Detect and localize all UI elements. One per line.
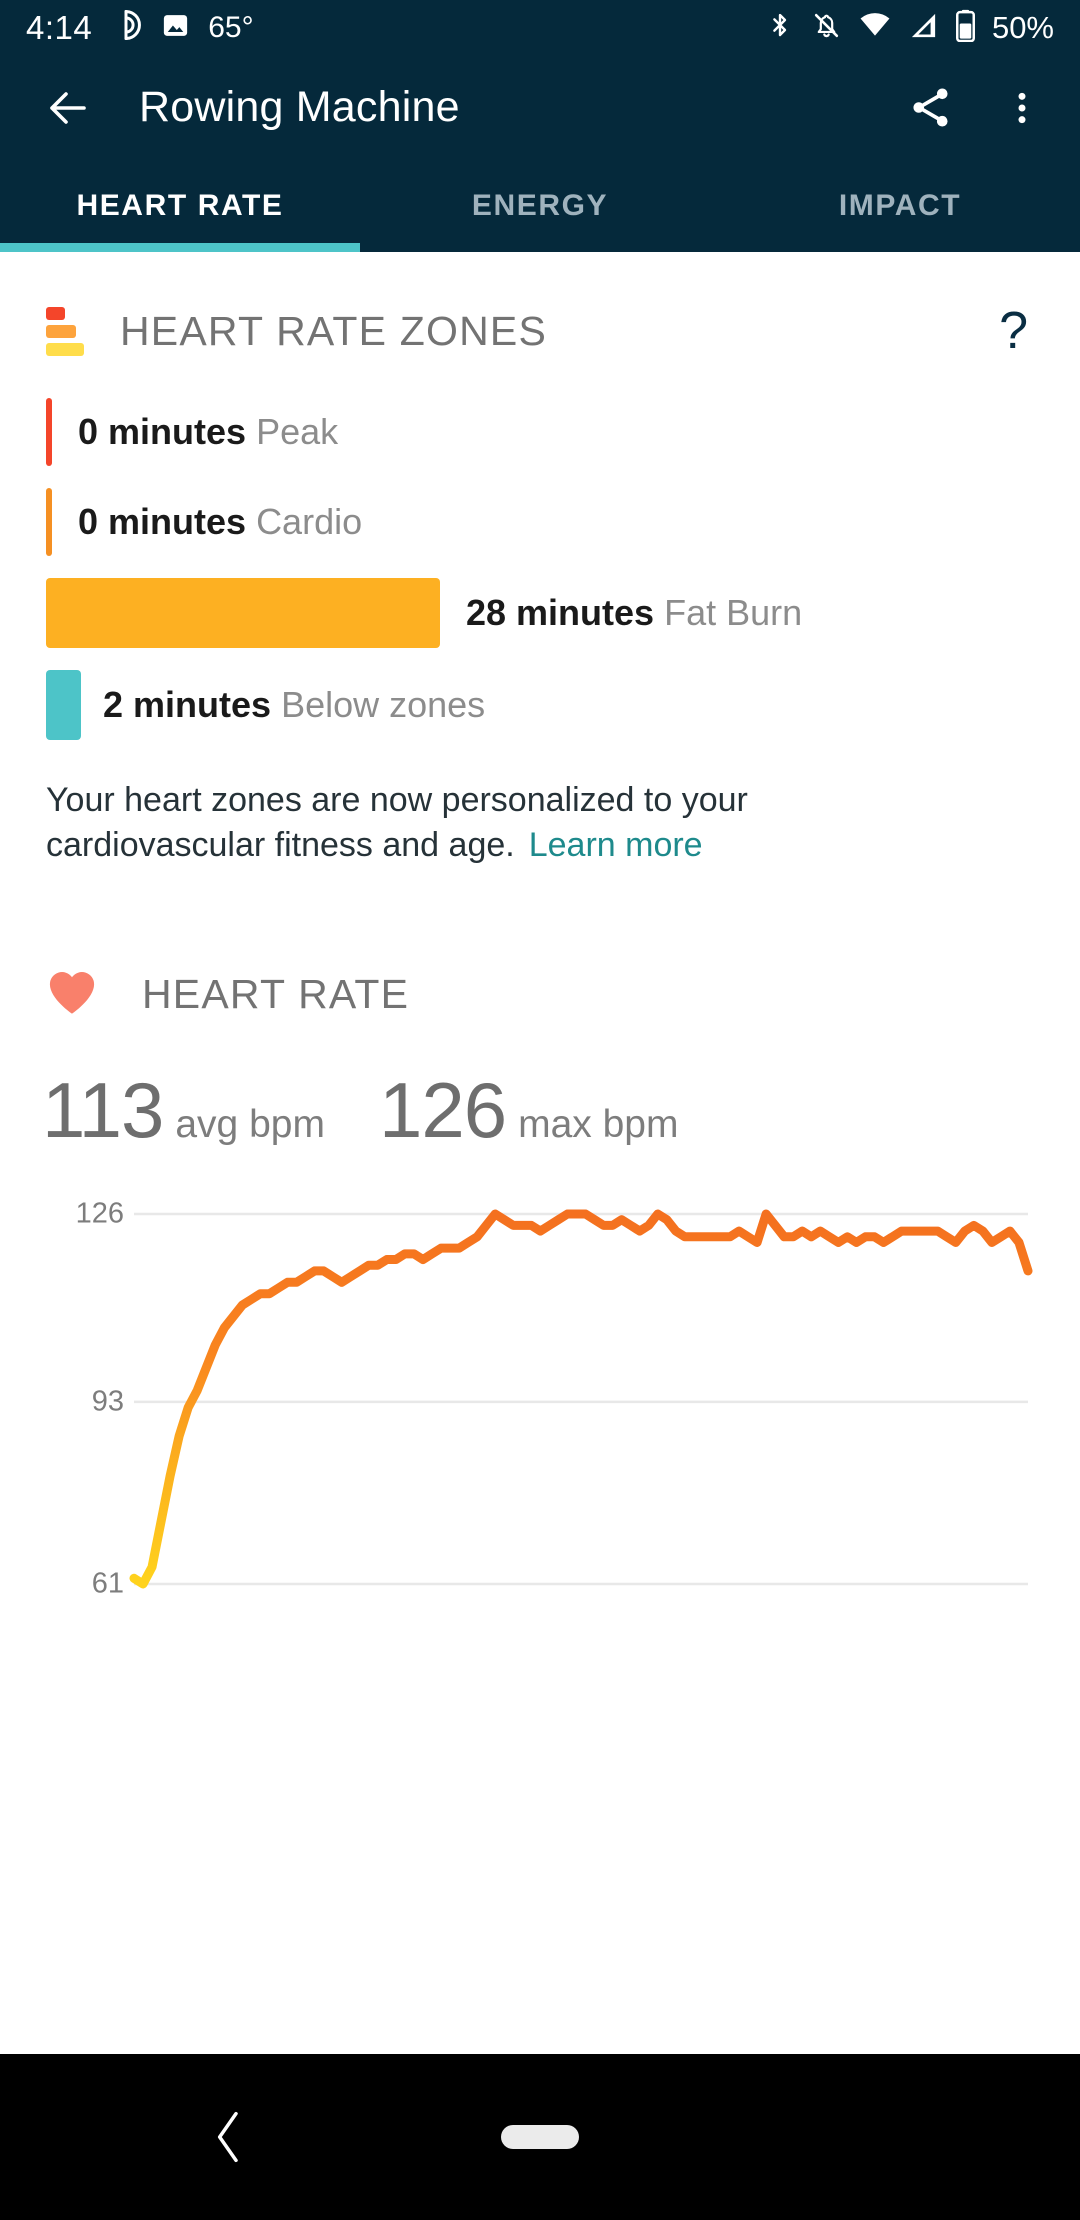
zone-row-fat-burn: 28 minutes Fat Burn [46, 578, 1034, 648]
zone-name-fat-burn: Fat Burn [664, 592, 803, 633]
battery-icon [955, 9, 976, 47]
chart-ytick-top: 126 [75, 1197, 124, 1230]
zone-minutes-below-zones: 2 minutes [103, 684, 272, 725]
tab-energy[interactable]: ENERGY [360, 160, 720, 252]
zones-personalization-note: Your heart zones are now personalized to… [46, 778, 946, 868]
avg-bpm-stat: 113 avg bpm [42, 1065, 325, 1156]
avg-bpm-unit: avg bpm [175, 1102, 325, 1146]
zone-row-below-zones: 2 minutes Below zones [46, 670, 1034, 740]
max-bpm-value: 126 [378, 1065, 507, 1154]
status-bar: 4:14 65° 50% [0, 0, 1080, 55]
app-bar: Rowing Machine [0, 55, 1080, 160]
max-bpm-stat: 126 max bpm [379, 1065, 679, 1156]
photo-icon [160, 10, 191, 46]
zone-label-below-zones: 2 minutes Below zones [103, 684, 485, 726]
zone-label-fat-burn: 28 minutes Fat Burn [466, 592, 802, 634]
nav-back-icon[interactable] [212, 2109, 246, 2165]
max-bpm-unit: max bpm [518, 1102, 679, 1146]
zone-bar-cardio [46, 488, 52, 556]
avg-bpm-value: 113 [42, 1065, 164, 1154]
overflow-menu-icon[interactable] [1002, 86, 1042, 130]
tab-heart-rate[interactable]: HEART RATE [0, 160, 360, 252]
zone-bar-fat-burn [46, 578, 440, 648]
zones-bars-icon [46, 304, 84, 358]
wifi-icon [858, 8, 892, 47]
status-bar-temperature: 65° [208, 10, 254, 44]
help-icon[interactable]: ? [993, 305, 1034, 357]
heart-rate-chart: 126 93 61 [46, 1197, 1034, 1600]
tab-active-indicator [0, 243, 360, 252]
status-bar-clock: 4:14 [26, 9, 93, 46]
tab-bar: HEART RATE ENERGY IMPACT [0, 160, 1080, 252]
cast-icon [109, 8, 143, 47]
status-bar-right: 50% [765, 8, 1054, 47]
bluetooth-icon [765, 10, 795, 45]
page-title: Rowing Machine [139, 83, 460, 131]
zone-bar-below-zones [46, 670, 81, 740]
share-icon[interactable] [907, 84, 954, 131]
cellular-signal-icon [908, 10, 939, 46]
zone-minutes-fat-burn: 28 minutes [466, 592, 655, 633]
status-bar-left: 4:14 65° [26, 8, 765, 47]
chart-ytick-mid: 93 [91, 1385, 124, 1418]
notifications-off-icon [811, 10, 842, 46]
heart-rate-line-chart [129, 1209, 1033, 1589]
zones-bar-red [46, 306, 65, 320]
heart-rate-stats: 113 avg bpm 126 max bpm [42, 1065, 1034, 1156]
heart-rate-header: HEART RATE [46, 968, 1034, 1021]
main-content: HEART RATE ZONES ? 0 minutes Peak 0 minu… [0, 304, 1080, 1600]
heart-rate-zones-header: HEART RATE ZONES ? [46, 304, 1034, 358]
chart-ytick-bottom: 61 [91, 1567, 124, 1600]
zone-minutes-peak: 0 minutes [78, 411, 247, 452]
battery-percent-label: 50% [991, 10, 1054, 45]
zone-row-peak: 0 minutes Peak [46, 398, 1034, 466]
heart-icon [46, 968, 98, 1021]
nav-home-pill[interactable] [501, 2125, 579, 2149]
zones-bar-orange [46, 324, 76, 338]
zone-name-peak: Peak [256, 411, 339, 452]
zone-name-cardio: Cardio [256, 501, 363, 542]
zone-name-below-zones: Below zones [281, 684, 486, 725]
zone-bar-peak [46, 398, 52, 466]
zone-label-cardio: 0 minutes Cardio [78, 501, 362, 543]
chart-series-line [129, 1209, 1033, 1589]
zone-minutes-cardio: 0 minutes [78, 501, 247, 542]
heart-rate-title: HEART RATE [142, 970, 410, 1017]
zone-row-cardio: 0 minutes Cardio [46, 488, 1034, 556]
android-nav-bar [0, 2054, 1080, 2220]
learn-more-link[interactable]: Learn more [515, 826, 703, 864]
zones-bar-yellow [46, 342, 84, 356]
heart-rate-zones-title: HEART RATE ZONES [120, 307, 547, 354]
zone-label-peak: 0 minutes Peak [78, 411, 338, 453]
tab-impact[interactable]: IMPACT [720, 160, 1080, 252]
back-arrow-icon[interactable] [44, 84, 92, 132]
heart-rate-zones-list: 0 minutes Peak 0 minutes Cardio 28 minut… [46, 398, 1034, 740]
